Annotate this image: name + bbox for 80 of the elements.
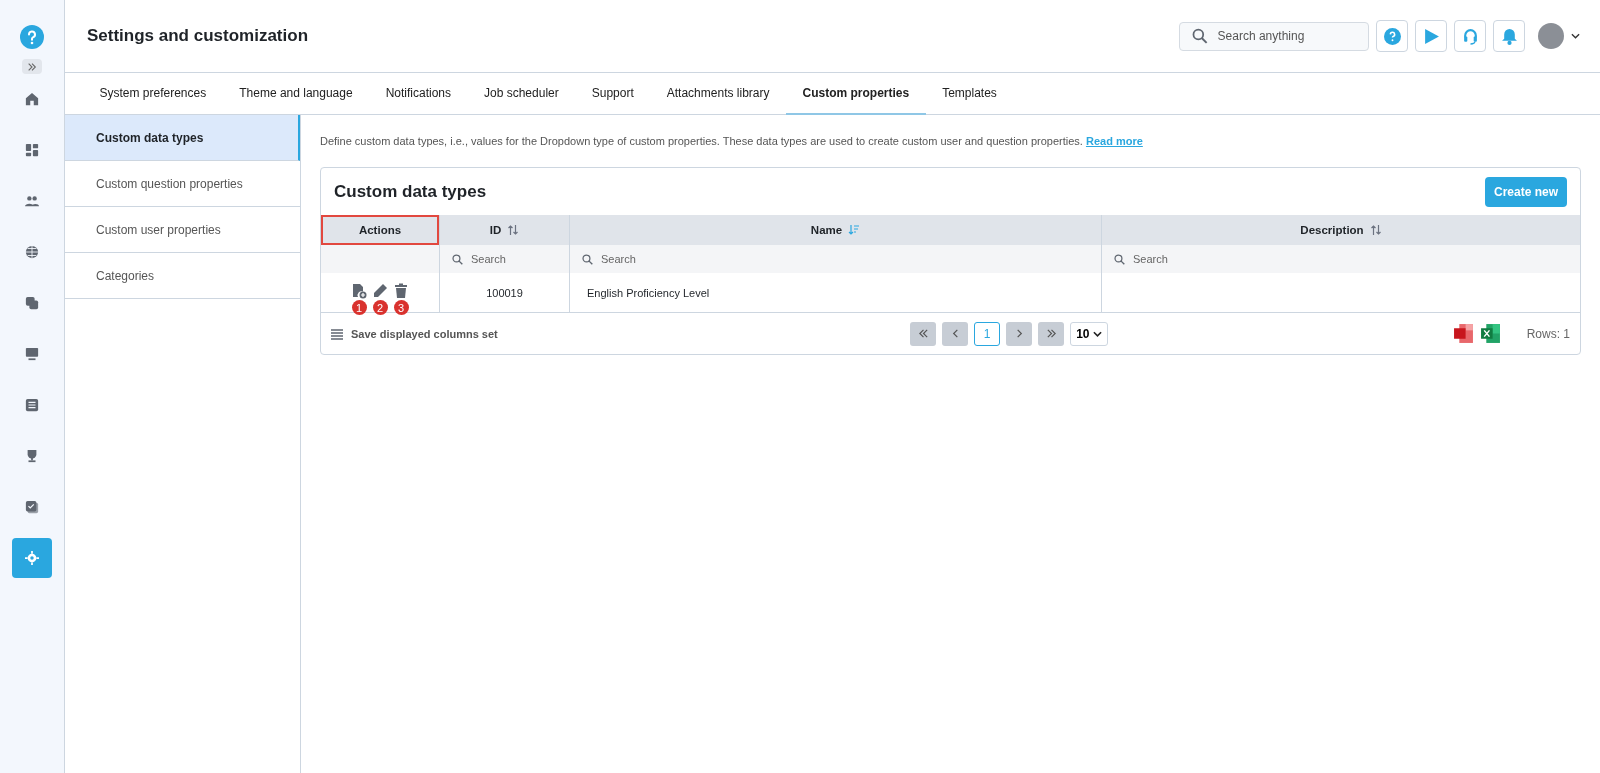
settings-tab[interactable]: Theme and language xyxy=(222,73,370,115)
help-icon xyxy=(1383,27,1401,45)
column-filter-field[interactable]: Search xyxy=(569,245,1101,273)
trash-icon xyxy=(393,283,409,299)
settings-tab[interactable]: Templates xyxy=(925,73,1014,115)
column-label: Name xyxy=(810,224,843,236)
headset-button[interactable] xyxy=(1454,20,1486,52)
card-title: Custom data types xyxy=(334,181,487,202)
save-columns-button[interactable]: Save displayed columns set xyxy=(331,327,498,340)
table-cell: 100019 xyxy=(439,273,569,312)
search-icon xyxy=(582,253,593,265)
sort-icon[interactable] xyxy=(1369,224,1382,236)
expand-button[interactable] xyxy=(22,59,42,74)
column-header[interactable]: Actions xyxy=(321,215,439,245)
double-chevron-right-icon xyxy=(1045,328,1057,339)
avatar[interactable] xyxy=(1538,23,1564,49)
search-bar[interactable]: Search anything xyxy=(1179,21,1369,51)
trophy-icon xyxy=(25,449,39,463)
bell-icon xyxy=(1500,27,1518,45)
pencil-icon xyxy=(372,283,388,299)
pdf-export-icon[interactable] xyxy=(1452,323,1474,344)
settings-nav-button[interactable] xyxy=(12,538,52,578)
settings-icon xyxy=(25,551,39,565)
column-filter-field[interactable]: Search xyxy=(1101,245,1580,273)
help-button[interactable] xyxy=(1376,20,1408,52)
document-plus-icon xyxy=(351,283,367,299)
add-action-button[interactable] xyxy=(351,283,367,299)
search-input[interactable]: Search anything xyxy=(1215,28,1356,44)
tasks-icon xyxy=(25,500,39,514)
delete-action-button[interactable] xyxy=(393,283,409,299)
dashboard-icon xyxy=(25,143,39,157)
settings-tab[interactable]: Attachments library xyxy=(650,73,786,115)
globe-icon xyxy=(25,245,39,259)
column-search-field[interactable]: Search xyxy=(469,252,569,266)
subnav-item[interactable]: Custom data types xyxy=(65,115,300,161)
excel-export-icon[interactable] xyxy=(1479,323,1501,344)
step-marker: 2 xyxy=(372,300,388,315)
column-search-field[interactable]: Search xyxy=(1131,252,1580,266)
sort-icon[interactable] xyxy=(507,224,520,236)
users-icon xyxy=(25,194,39,208)
column-filter-field[interactable]: Search xyxy=(439,245,569,273)
table-cell: English Proficiency Level xyxy=(569,273,1101,312)
last-page-button[interactable] xyxy=(1038,321,1065,346)
column-label: Actions xyxy=(358,224,402,236)
caret-icon[interactable] xyxy=(1571,33,1580,39)
column-header[interactable]: Description xyxy=(1101,215,1580,245)
step-marker: 1 xyxy=(351,300,367,315)
row-count: Rows: 1 xyxy=(1526,326,1570,341)
list-icon xyxy=(25,398,39,412)
description-text: Define custom data types, i.e., values for the Dropdown type of custom properties. These data types are used to create custom user and question properties. xyxy=(320,135,1083,147)
edit-action-button[interactable] xyxy=(372,283,388,299)
column-label: ID xyxy=(489,224,502,236)
search-icon xyxy=(1114,253,1125,265)
play-button[interactable] xyxy=(1415,20,1447,52)
column-header[interactable]: ID xyxy=(439,215,569,245)
settings-tab[interactable]: Notifications xyxy=(369,73,468,115)
settings-tab[interactable]: Support xyxy=(575,73,651,115)
settings-tab[interactable]: Custom properties xyxy=(785,73,926,115)
double-chevron-icon xyxy=(27,61,37,72)
copies-icon xyxy=(25,296,39,310)
notifications-button[interactable] xyxy=(1493,20,1525,52)
headset-icon xyxy=(1461,27,1479,45)
first-page-button[interactable] xyxy=(910,321,937,346)
column-header[interactable]: Name xyxy=(569,215,1101,245)
logo-icon[interactable] xyxy=(20,25,44,49)
step-marker: 3 xyxy=(393,300,409,315)
column-label: Description xyxy=(1300,224,1364,236)
monitor-icon xyxy=(25,347,39,361)
list-lines-icon xyxy=(331,327,343,340)
play-icon xyxy=(1422,27,1440,45)
column-search-field[interactable]: Search xyxy=(599,252,1101,266)
settings-tab[interactable]: Job scheduler xyxy=(467,73,576,115)
search-icon xyxy=(1192,28,1208,44)
caret-icon xyxy=(1092,330,1102,337)
page-title: Settings and customization xyxy=(87,26,309,46)
page-size-dropdown[interactable]: 10 xyxy=(1070,321,1108,346)
home-icon xyxy=(25,92,39,106)
double-chevron-left-icon xyxy=(917,328,929,339)
settings-tab[interactable]: System preferences xyxy=(83,73,223,115)
search-icon xyxy=(452,253,463,265)
